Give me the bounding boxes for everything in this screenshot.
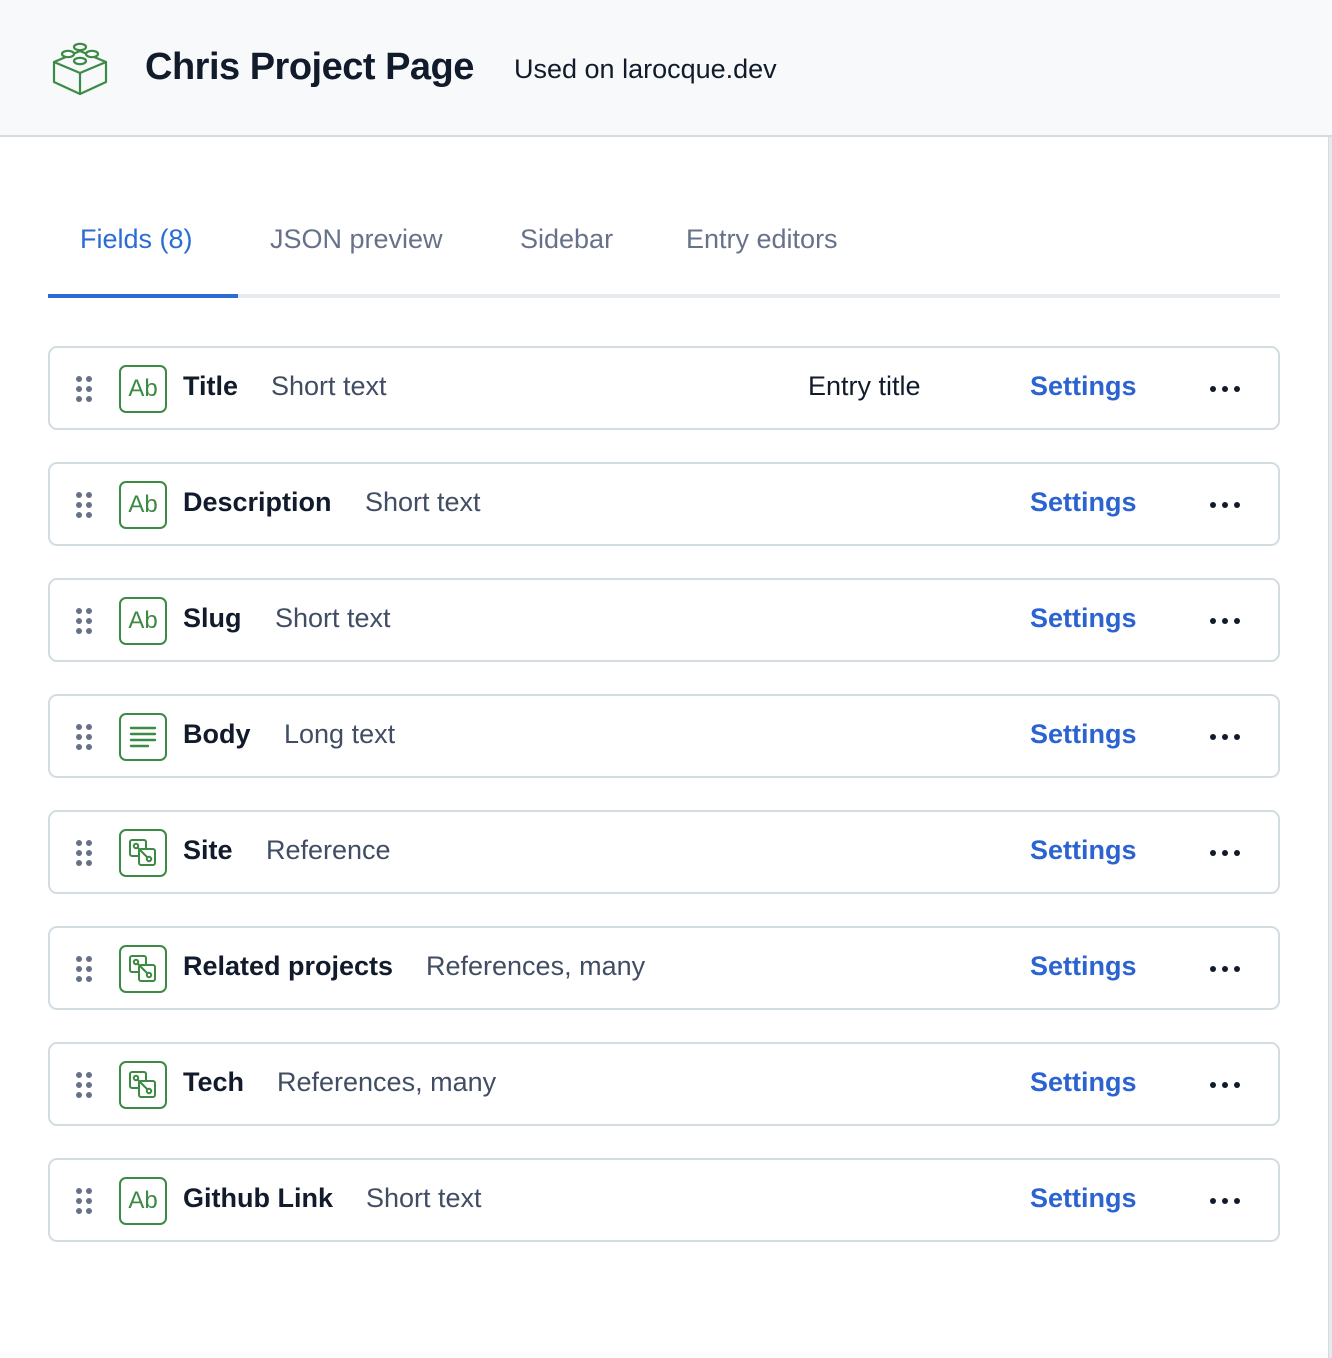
more-horizontal-icon[interactable] bbox=[1210, 958, 1240, 980]
drag-handle-icon[interactable] bbox=[76, 1188, 92, 1214]
tab-fields[interactable]: Fields (8) bbox=[80, 224, 193, 255]
field-row-github-link: Ab Github Link Short text Settings bbox=[48, 1158, 1280, 1242]
field-settings-link[interactable]: Settings bbox=[1030, 835, 1137, 866]
field-name: Tech bbox=[183, 1067, 245, 1097]
drag-handle-icon[interactable] bbox=[76, 492, 92, 518]
short-text-icon: Ab bbox=[119, 481, 167, 529]
field-row-related-projects: Related projects References, many Settin… bbox=[48, 926, 1280, 1010]
active-tab-indicator bbox=[48, 294, 238, 298]
field-row-description: Ab Description Short text Settings bbox=[48, 462, 1280, 546]
field-name: Description bbox=[183, 487, 332, 517]
more-horizontal-icon[interactable] bbox=[1210, 494, 1240, 516]
field-name: Site bbox=[183, 835, 233, 865]
more-horizontal-icon[interactable] bbox=[1210, 610, 1240, 632]
drag-handle-icon[interactable] bbox=[76, 1072, 92, 1098]
field-row-tech: Tech References, many Settings bbox=[48, 1042, 1280, 1126]
field-name: Github Link bbox=[183, 1183, 333, 1213]
field-type: Reference bbox=[266, 835, 391, 865]
field-row-title: Ab Title Short text Entry title Settings bbox=[48, 346, 1280, 430]
field-name: Related projects bbox=[183, 951, 394, 981]
field-name: Title bbox=[183, 371, 239, 401]
short-text-icon: Ab bbox=[119, 365, 167, 413]
entry-title-badge: Entry title bbox=[808, 371, 921, 401]
field-type: Short text bbox=[275, 603, 391, 633]
short-text-glyph: Ab bbox=[128, 375, 158, 402]
drag-handle-icon[interactable] bbox=[76, 724, 92, 750]
field-type: Short text bbox=[271, 371, 387, 401]
drag-handle-icon[interactable] bbox=[76, 956, 92, 982]
more-horizontal-icon[interactable] bbox=[1210, 378, 1240, 400]
field-settings-link[interactable]: Settings bbox=[1030, 603, 1137, 634]
field-settings-link[interactable]: Settings bbox=[1030, 1067, 1137, 1098]
field-type: References, many bbox=[426, 951, 646, 981]
content-type-header: Chris Project Page Used on larocque.dev bbox=[0, 0, 1332, 137]
tab-bar: Fields (8) JSON preview Sidebar Entry ed… bbox=[48, 200, 1280, 298]
field-row-body: Body Long text Settings bbox=[48, 694, 1280, 778]
field-name: Body bbox=[183, 719, 251, 749]
more-horizontal-icon[interactable] bbox=[1210, 1074, 1240, 1096]
short-text-icon: Ab bbox=[119, 1177, 167, 1225]
content-type-block-icon bbox=[52, 42, 108, 96]
drag-handle-icon[interactable] bbox=[76, 608, 92, 634]
field-type: Short text bbox=[366, 1183, 482, 1213]
reference-icon bbox=[119, 829, 167, 877]
field-settings-link[interactable]: Settings bbox=[1030, 951, 1137, 982]
used-on-domain: Used on larocque.dev bbox=[514, 54, 777, 84]
drag-handle-icon[interactable] bbox=[76, 840, 92, 866]
field-settings-link[interactable]: Settings bbox=[1030, 371, 1137, 402]
more-horizontal-icon[interactable] bbox=[1210, 726, 1240, 748]
tab-json-preview[interactable]: JSON preview bbox=[270, 224, 443, 255]
more-horizontal-icon[interactable] bbox=[1210, 842, 1240, 864]
field-type: Short text bbox=[365, 487, 481, 517]
field-settings-link[interactable]: Settings bbox=[1030, 719, 1137, 750]
field-settings-link[interactable]: Settings bbox=[1030, 1183, 1137, 1214]
field-settings-link[interactable]: Settings bbox=[1030, 487, 1137, 518]
long-text-icon bbox=[119, 713, 167, 761]
reference-icon bbox=[119, 1061, 167, 1109]
tab-entry-editors[interactable]: Entry editors bbox=[686, 224, 838, 255]
field-type: Long text bbox=[284, 719, 396, 749]
short-text-glyph: Ab bbox=[128, 607, 158, 634]
page-title: Chris Project Page bbox=[145, 46, 474, 88]
field-name: Slug bbox=[183, 603, 242, 633]
field-row-site: Site Reference Settings bbox=[48, 810, 1280, 894]
reference-icon bbox=[119, 945, 167, 993]
sidebar-divider bbox=[1328, 137, 1332, 1358]
field-list: Ab Title Short text Entry title Settings… bbox=[48, 346, 1280, 1274]
short-text-glyph: Ab bbox=[128, 491, 158, 518]
tab-sidebar[interactable]: Sidebar bbox=[520, 224, 613, 255]
field-row-slug: Ab Slug Short text Settings bbox=[48, 578, 1280, 662]
drag-handle-icon[interactable] bbox=[76, 376, 92, 402]
more-horizontal-icon[interactable] bbox=[1210, 1190, 1240, 1212]
short-text-glyph: Ab bbox=[128, 1187, 158, 1214]
field-type: References, many bbox=[277, 1067, 497, 1097]
short-text-icon: Ab bbox=[119, 597, 167, 645]
